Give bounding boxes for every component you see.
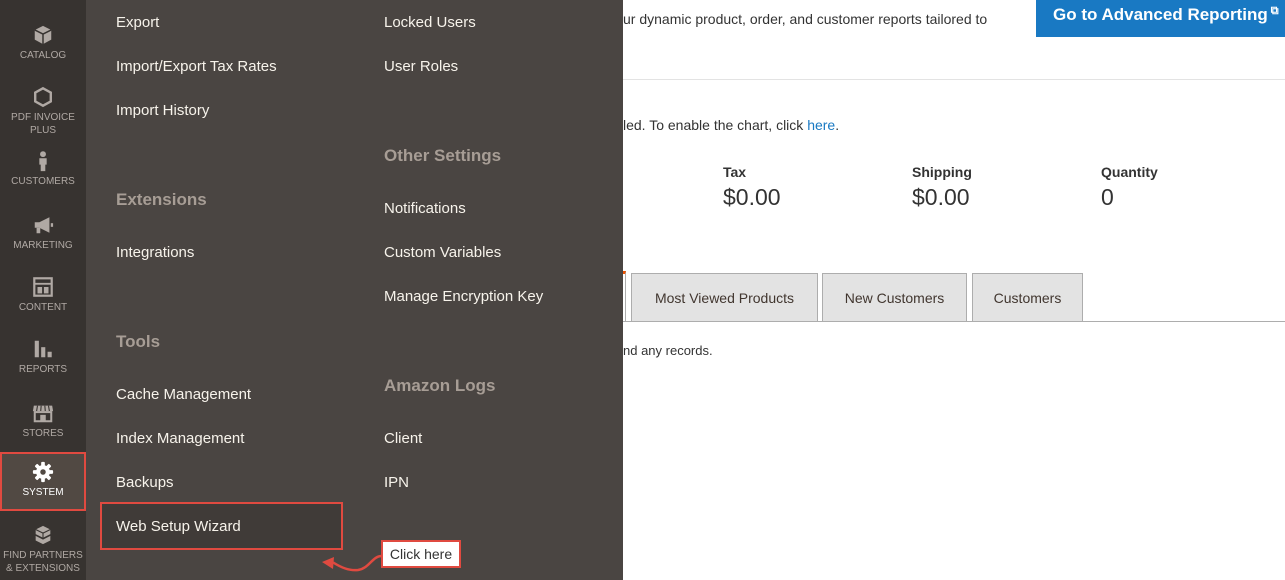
admin-screen: ur dynamic product, order, and customer … <box>0 0 1285 580</box>
chart-notice-period: . <box>835 117 840 133</box>
menu-item-web-setup-wizard[interactable]: Web Setup Wizard <box>116 518 241 535</box>
admin-sidebar: CATALOG PDF INVOICE PLUS CUSTOMERS MARKE… <box>0 0 86 580</box>
sidebar-item-label: SYSTEM <box>22 487 64 498</box>
menu-item-import-history[interactable]: Import History <box>116 102 209 119</box>
sidebar-item-label: FIND PARTNERS & EXTENSIONS <box>3 550 83 574</box>
external-link-icon: ⧉ <box>1270 5 1279 17</box>
sidebar-item-label: CATALOG <box>19 50 67 61</box>
sidebar-item-label: REPORTS <box>18 364 68 375</box>
quantity-label: Quantity <box>1101 164 1158 180</box>
sidebar-item-marketing[interactable]: MARKETING <box>0 214 86 258</box>
gear-icon <box>32 461 54 483</box>
sidebar-item-label: PDF INVOICE PLUS <box>11 112 75 136</box>
sidebar-item-content[interactable]: CONTENT <box>0 276 86 320</box>
hexagon-icon <box>34 86 52 108</box>
chart-notice-text: led. To enable the chart, click <box>623 117 808 133</box>
menu-section-extensions: Extensions <box>116 190 207 209</box>
advanced-reporting-button[interactable]: Go to Advanced Reporting ⧉ <box>1036 0 1285 37</box>
click-here-callout: Click here <box>381 540 461 568</box>
menu-item-client[interactable]: Client <box>384 430 422 447</box>
tab-customers[interactable]: Customers <box>972 273 1083 322</box>
menu-item-import-export-tax-rates[interactable]: Import/Export Tax Rates <box>116 58 277 75</box>
menu-item-user-roles[interactable]: User Roles <box>384 58 458 75</box>
shipping-value: $0.00 <box>912 184 970 210</box>
no-records-text: nd any records. <box>623 343 713 358</box>
sidebar-item-customers[interactable]: CUSTOMERS <box>0 150 86 194</box>
menu-item-integrations[interactable]: Integrations <box>116 244 194 261</box>
menu-item-locked-users[interactable]: Locked Users <box>384 14 476 31</box>
tax-value: $0.00 <box>723 184 781 210</box>
boxes-icon <box>35 525 51 545</box>
system-flyout-menu: Export Import/Export Tax Rates Import Hi… <box>86 0 623 580</box>
menu-item-export[interactable]: Export <box>116 14 159 31</box>
sidebar-item-system[interactable]: SYSTEM <box>0 452 86 511</box>
sidebar-item-catalog[interactable]: CATALOG <box>0 24 86 68</box>
menu-section-other-settings: Other Settings <box>384 146 502 165</box>
menu-section-tools: Tools <box>116 332 161 351</box>
tab-most-viewed-products[interactable]: Most Viewed Products <box>631 273 818 322</box>
sidebar-item-reports[interactable]: REPORTS <box>0 338 86 382</box>
sidebar-item-label: STORES <box>22 428 64 439</box>
shipping-label: Shipping <box>912 164 972 180</box>
sidebar-item-pdf-invoice-plus[interactable]: PDF INVOICE PLUS <box>0 86 86 138</box>
tab-new-customers[interactable]: New Customers <box>822 273 967 322</box>
advanced-reporting-label: Go to Advanced Reporting <box>1053 5 1268 24</box>
active-tab-edge <box>623 271 626 322</box>
menu-item-custom-variables[interactable]: Custom Variables <box>384 244 501 261</box>
quantity-value: 0 <box>1101 184 1114 210</box>
sidebar-item-label: CUSTOMERS <box>11 176 75 187</box>
bar-chart-icon <box>34 340 52 358</box>
sidebar-item-label: MARKETING <box>13 240 73 251</box>
menu-item-backups[interactable]: Backups <box>116 474 174 491</box>
menu-item-index-management[interactable]: Index Management <box>116 430 244 447</box>
megaphone-icon <box>34 217 54 234</box>
dashboard-intro-text: ur dynamic product, order, and customer … <box>623 11 988 27</box>
cube-icon <box>34 25 52 45</box>
menu-item-ipn[interactable]: IPN <box>384 474 409 491</box>
sidebar-item-label: CONTENT <box>18 302 68 313</box>
storefront-icon <box>32 405 54 423</box>
layout-icon <box>33 277 53 297</box>
curved-arrow-icon <box>322 554 384 572</box>
sidebar-item-stores[interactable]: STORES <box>0 402 86 446</box>
tax-label: Tax <box>723 164 747 180</box>
sidebar-item-find-partners[interactable]: FIND PARTNERS & EXTENSIONS <box>0 524 86 576</box>
menu-item-manage-encryption-key[interactable]: Manage Encryption Key <box>384 288 543 305</box>
person-icon <box>39 151 47 172</box>
menu-item-notifications[interactable]: Notifications <box>384 200 466 217</box>
enable-chart-link[interactable]: here <box>807 117 835 133</box>
menu-section-amazon-logs: Amazon Logs <box>384 376 496 395</box>
chart-disabled-notice: led. To enable the chart, click here. <box>623 117 839 133</box>
dashboard-divider <box>623 79 1285 80</box>
menu-item-cache-management[interactable]: Cache Management <box>116 386 251 403</box>
